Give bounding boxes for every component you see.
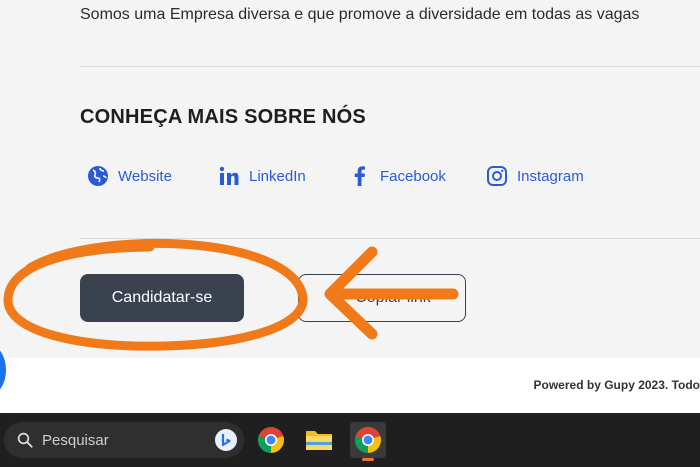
copy-link-button[interactable]: Copiar link — [298, 274, 466, 322]
taskbar-chrome[interactable] — [253, 422, 289, 458]
file-explorer-icon — [306, 431, 332, 450]
linkedin-link[interactable]: LinkedIn — [217, 164, 306, 188]
active-app-indicator — [362, 458, 374, 461]
chrome-icon — [257, 427, 284, 454]
website-link[interactable]: Website — [86, 164, 172, 188]
linkedin-icon — [217, 164, 241, 188]
globe-icon — [86, 164, 110, 188]
taskbar-file-explorer[interactable] — [301, 422, 337, 458]
divider — [79, 238, 700, 239]
about-heading: CONHEÇA MAIS SOBRE NÓS — [80, 106, 366, 128]
facebook-link[interactable]: Facebook — [348, 164, 446, 188]
footer-text: Powered by Gupy 2023. Todo — [533, 378, 700, 392]
instagram-icon — [485, 164, 509, 188]
taskbar-search[interactable]: Pesquisar — [4, 422, 244, 458]
diversity-statement: Somos uma Empresa diversa e que promove … — [80, 6, 640, 23]
windows-taskbar: Pesquisar — [0, 413, 700, 467]
website-link-label: Website — [118, 167, 172, 185]
search-placeholder: Pesquisar — [42, 431, 109, 449]
facebook-link-label: Facebook — [380, 167, 446, 185]
copy-link-label: Copiar link — [355, 289, 431, 306]
apply-button[interactable]: Candidatar-se — [80, 274, 244, 322]
bing-icon[interactable] — [214, 428, 238, 452]
instagram-link[interactable]: Instagram — [485, 164, 584, 188]
job-page-content: Somos uma Empresa diversa e que promove … — [0, 0, 700, 358]
divider — [79, 66, 700, 67]
linkedin-link-label: LinkedIn — [249, 167, 306, 185]
instagram-link-label: Instagram — [517, 167, 584, 185]
search-icon — [17, 432, 33, 448]
taskbar-chrome-active[interactable] — [350, 422, 386, 461]
facebook-icon — [348, 164, 372, 188]
chrome-icon — [354, 427, 381, 454]
link-icon — [333, 290, 349, 306]
page-footer: Powered by Gupy 2023. Todo — [0, 358, 700, 413]
